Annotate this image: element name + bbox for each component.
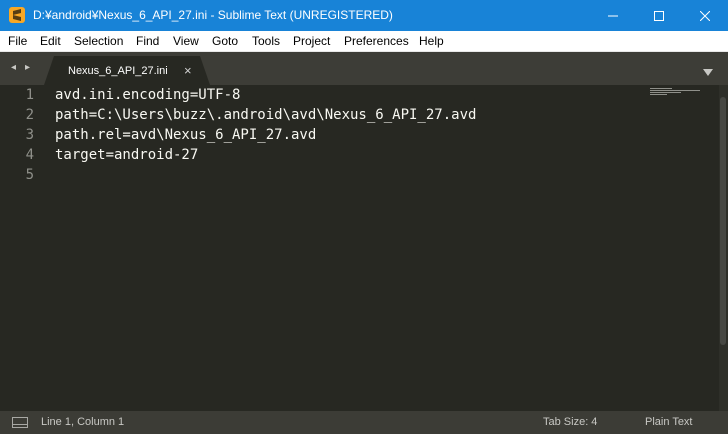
tab-bar: ◂ ▸ Nexus_6_API_27.ini × [0,52,728,85]
menu-help[interactable]: Help [419,34,444,48]
minimize-icon [608,15,618,16]
menu-find[interactable]: Find [136,34,159,48]
editor-area[interactable]: 1 2 3 4 5 avd.ini.encoding=UTF-8 path=C:… [0,85,728,411]
code-line[interactable]: path=C:\Users\buzz\.android\avd\Nexus_6_… [55,107,476,123]
line-number: 4 [25,147,34,163]
line-number: 3 [25,127,34,143]
tab-close-icon[interactable]: × [184,63,192,78]
menu-goto[interactable]: Goto [212,34,238,48]
vertical-scrollbar[interactable] [719,85,728,411]
menu-project[interactable]: Project [293,34,330,48]
tab-label: Nexus_6_API_27.ini [68,65,168,77]
tab-scroll-right-icon[interactable]: ▸ [25,62,30,73]
menu-preferences[interactable]: Preferences [344,34,409,48]
title-bar[interactable]: D:¥android¥Nexus_6_API_27.ini - Sublime … [0,0,728,31]
minimize-button[interactable] [590,0,636,31]
tab-nexus-6-api-27-ini[interactable]: Nexus_6_API_27.ini × [44,56,210,85]
line-number-gutter: 1 2 3 4 5 [0,85,44,411]
menu-bar: File Edit Selection Find View Goto Tools… [0,31,728,52]
menu-view[interactable]: View [173,34,199,48]
maximize-icon [654,10,664,21]
line-number: 5 [25,167,34,183]
maximize-button[interactable] [636,0,682,31]
code-line[interactable]: path.rel=avd\Nexus_6_API_27.avd [55,127,316,143]
code-line[interactable]: avd.ini.encoding=UTF-8 [55,87,240,103]
chevron-down-icon[interactable] [703,63,713,81]
close-button[interactable] [682,0,728,31]
menu-file[interactable]: File [8,34,27,48]
code-line[interactable]: target=android-27 [55,147,198,163]
tab-scroll-left-icon[interactable]: ◂ [11,62,16,73]
window-title: D:¥android¥Nexus_6_API_27.ini - Sublime … [33,8,393,22]
panel-toggle-icon[interactable] [12,417,28,428]
line-number: 2 [25,107,34,123]
menu-edit[interactable]: Edit [40,34,61,48]
status-bar: Line 1, Column 1 Tab Size: 4 Plain Text [0,411,728,434]
menu-tools[interactable]: Tools [252,34,280,48]
syntax-indicator[interactable]: Plain Text [645,416,693,428]
tab-size-indicator[interactable]: Tab Size: 4 [543,416,597,428]
menu-selection[interactable]: Selection [74,34,123,48]
minimap[interactable] [650,85,720,95]
cursor-position: Line 1, Column 1 [41,416,125,428]
sublime-text-icon [9,7,25,23]
close-icon [700,10,710,21]
line-number: 1 [25,87,34,103]
scrollbar-thumb[interactable] [720,97,726,345]
